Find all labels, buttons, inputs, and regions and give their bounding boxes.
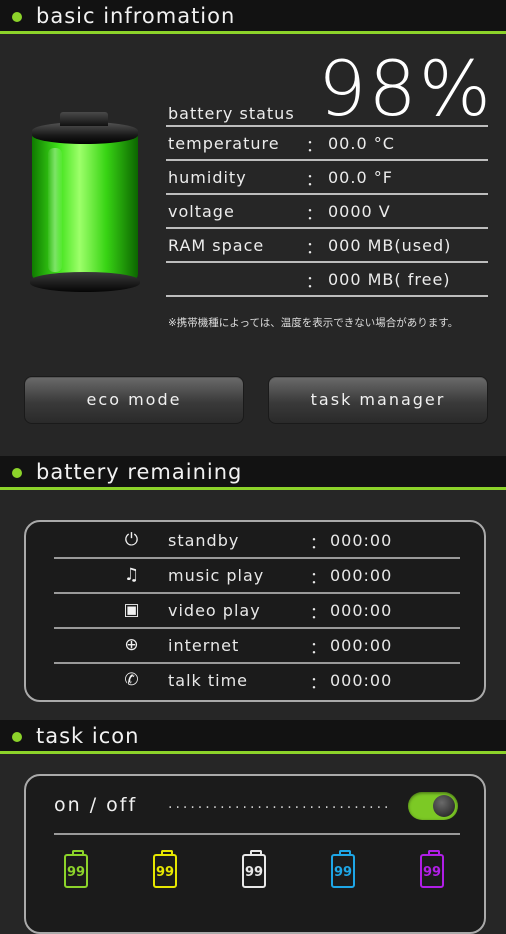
task-icon-toggle[interactable] [408,792,458,820]
dotted-leader: .............................. [168,796,392,812]
info-row-temperature: temperature ： 00.0 °C [166,128,488,161]
info-row-ram-free: ： 000 MB( free) [166,264,488,297]
video-camera-icon: ▣ [123,600,141,620]
section-title: basic infromation [36,4,236,28]
remaining-row-video: ▣ video play ： 000:00 [54,594,460,629]
eco-mode-button[interactable]: eco mode [24,376,244,424]
remaining-row-talk: ✆ talk time ： 000:00 [54,664,460,699]
info-value: 00.0 °F [328,168,393,187]
music-note-icon: ♫ [123,565,141,585]
info-row-ram-used: RAM space ： 000 MB(used) [166,230,488,263]
section-header-task: task icon [0,720,506,754]
section-title: battery remaining [36,460,243,484]
remaining-row-standby: ⏻ standby ： 000:00 [54,524,460,559]
phone-icon: ✆ [124,670,140,690]
info-row-humidity: humidity ： 00.0 °F [166,162,488,195]
temperature-note: ※携帯機種によっては、温度を表示できない場合があります。 [168,317,459,329]
info-label: temperature [168,134,280,153]
task-icon-green[interactable]: 99 [64,850,88,888]
task-manager-button[interactable]: task manager [268,376,488,424]
bullet-dot-icon [12,468,22,478]
info-label: battery status [168,104,295,123]
info-label: RAM space [168,236,265,255]
toggle-knob [433,795,455,817]
battery-remaining-panel: ⏻ standby ： 000:00 ♫ music play ： 000:00… [24,520,486,702]
remaining-row-internet: ⊕ internet ： 000:00 [54,629,460,664]
globe-icon: ⊕ [124,635,140,655]
task-icon-blue[interactable]: 99 [331,850,355,888]
power-icon: ⏻ [124,530,140,550]
task-icon-white[interactable]: 99 [242,850,266,888]
info-row-battery-status: battery status [166,94,488,127]
info-value: 000 MB( free) [328,270,451,289]
bullet-dot-icon [12,12,22,22]
info-value: 000 MB(used) [328,236,452,255]
section-header-remaining: battery remaining [0,456,506,490]
section-title: task icon [36,724,140,748]
info-value: 0000 V [328,202,391,221]
info-label: voltage [168,202,235,221]
task-icon-yellow[interactable]: 99 [153,850,177,888]
task-icon-panel: on / off .............................. … [24,774,486,934]
info-label: humidity [168,168,247,187]
toggle-label: on / off [54,794,138,816]
bullet-dot-icon [12,732,22,742]
info-row-voltage: voltage ： 0000 V [166,196,488,229]
task-icon-purple[interactable]: 99 [420,850,444,888]
section-header-basic: basic infromation [0,0,506,34]
remaining-row-music: ♫ music play ： 000:00 [54,559,460,594]
info-value: 00.0 °C [328,134,395,153]
battery-graphic [28,112,142,292]
